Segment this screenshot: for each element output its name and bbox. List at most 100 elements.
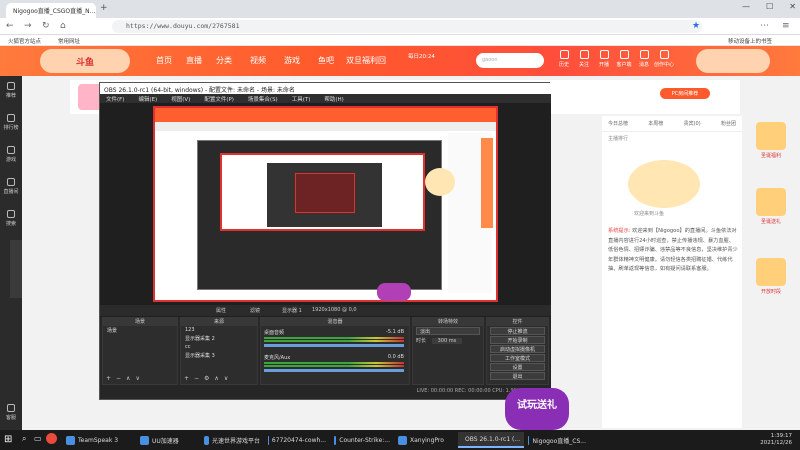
virtual-camera-button[interactable]: 启动虚拟摄像机: [490, 345, 545, 353]
chrome-icon[interactable]: [46, 433, 57, 444]
tab-vip[interactable]: 贵宾(0): [684, 120, 701, 127]
taskbar-item-douyu[interactable]: Nigogoo直播_CS...: [524, 432, 590, 448]
nav-home[interactable]: 首页: [156, 55, 172, 66]
sidebar-item-recommend[interactable]: 推荐: [0, 82, 22, 99]
maximize-icon[interactable]: ☐: [766, 2, 773, 11]
close-icon[interactable]: ✕: [789, 2, 796, 11]
filters-button[interactable]: 滤镜: [250, 307, 260, 314]
minimize-icon[interactable]: —: [742, 2, 750, 11]
menu-file[interactable]: 文件(F): [106, 95, 124, 103]
studio-mode-button[interactable]: 工作室模式: [490, 354, 545, 362]
sources-dock: 来源 123 显示器采集 2 cc 显示器采集 3 +−⚙∧∨: [180, 317, 258, 385]
reload-icon[interactable]: ↻: [42, 21, 50, 31]
sidebar-item-search[interactable]: 搜索: [0, 210, 22, 227]
menu-profile[interactable]: 配置文件(P): [204, 95, 234, 103]
obs-title-bar[interactable]: OBS 26.1.0-rc1 (64-bit, windows) - 配置文件:…: [100, 83, 551, 94]
sidebar-collapse-handle[interactable]: [10, 240, 22, 298]
settings-button[interactable]: 设置: [490, 363, 545, 371]
menu-tools[interactable]: 工具(T): [292, 95, 311, 103]
start-button[interactable]: ⊞: [4, 434, 16, 446]
douyu-logo[interactable]: 斗鱼: [40, 49, 130, 73]
duration-input[interactable]: 300 ms: [431, 338, 463, 344]
sidebar-item-rank[interactable]: 排行榜: [0, 114, 22, 131]
promo-time: 每日20:24: [408, 54, 435, 60]
nav-event[interactable]: 双旦福利回: [346, 55, 386, 66]
bookmark-item[interactable]: 火狐官方站点: [8, 37, 41, 45]
mixer-db: -5.1 dB: [386, 329, 404, 335]
url-field[interactable]: https://www.douyu.com/2767581: [112, 20, 702, 33]
taskbar-item-uu[interactable]: UU加速器: [136, 432, 200, 448]
source-item[interactable]: 显示器采集 2: [181, 334, 257, 343]
obs-source-toolbar: 属性 滤镜 显示器 1 1920x1080 @ 0,0: [100, 305, 551, 316]
taskbar-item-download[interactable]: 67720474-cowh...: [264, 432, 330, 448]
extensions-icon[interactable]: ⋯: [760, 21, 769, 31]
promo-time-slot[interactable]: 开放时段: [752, 258, 790, 295]
preview-canvas[interactable]: [153, 106, 498, 302]
taskbar-item-csgo[interactable]: Counter-Strike:...: [330, 432, 394, 448]
nav-category[interactable]: 分类: [216, 55, 232, 66]
taskbar-item-platform[interactable]: 光速世界游戏平台: [200, 432, 264, 448]
task-view-icon[interactable]: ▭: [34, 434, 42, 443]
system-notice-label: 系统提示:: [608, 228, 631, 234]
home-icon[interactable]: ⌂: [60, 21, 66, 31]
douyu-header: 斗鱼 首页 直播 分类 视频 游戏 鱼吧 双旦福利回 每日20:24 gaoon…: [0, 46, 800, 76]
taskbar-item-xanying[interactable]: XanyingPro: [394, 432, 456, 448]
nav-video[interactable]: 视频: [250, 55, 266, 66]
source-item[interactable]: 显示器采集 3: [181, 351, 257, 360]
scene-item[interactable]: 场景: [103, 326, 177, 335]
menu-edit[interactable]: 编辑(E): [138, 95, 157, 103]
exit-button[interactable]: 退出: [490, 372, 545, 380]
client-button[interactable]: 客户端: [614, 50, 634, 68]
menu-icon[interactable]: ≡: [782, 21, 790, 31]
follow-button[interactable]: 关注: [574, 50, 594, 68]
recommend-icon: [7, 82, 15, 90]
back-icon[interactable]: ←: [6, 21, 14, 31]
search-icon[interactable]: ⌕: [22, 434, 26, 444]
nav-games[interactable]: 游戏: [284, 55, 300, 66]
properties-button[interactable]: 属性: [216, 307, 226, 314]
mobile-bookmarks[interactable]: 移动设备上的书签: [728, 37, 772, 45]
tab-today-rank[interactable]: 今日总榜: [608, 120, 628, 127]
promo-gift[interactable]: 圣诞送礼: [752, 188, 790, 225]
volume-slider[interactable]: [264, 369, 404, 372]
source-controls[interactable]: +−⚙∧∨: [184, 375, 233, 382]
stop-stream-button[interactable]: 停止推流: [490, 327, 545, 335]
menu-help[interactable]: 帮助(H): [324, 95, 343, 103]
empty-dialog-text: 欢迎来到斗鱼: [634, 211, 665, 217]
volume-slider[interactable]: [264, 344, 404, 347]
browser-tab[interactable]: Nigogoo直播_CSGO直播_N... ✕: [6, 3, 96, 18]
tab-fans[interactable]: 粉丝团: [721, 120, 736, 127]
creator-button[interactable]: 创作中心: [654, 50, 674, 68]
start-recording-button[interactable]: 开始录制: [490, 336, 545, 344]
nav-live[interactable]: 直播: [186, 55, 202, 66]
source-item[interactable]: cc: [181, 343, 257, 351]
header-banner-logo[interactable]: [696, 49, 770, 73]
pc-room-button[interactable]: PC房间推荐: [660, 88, 710, 99]
promo-christmas[interactable]: 圣诞福利: [752, 122, 790, 159]
sidebar-item-service[interactable]: 客服: [0, 404, 22, 421]
system-clock[interactable]: 1:39:17 2021/12/26: [760, 433, 792, 447]
bookmark-star-icon[interactable]: ★: [692, 21, 700, 31]
new-tab-button[interactable]: +: [100, 3, 108, 13]
sidebar-item-rooms[interactable]: 直播间: [0, 178, 22, 195]
taskbar-item-teamspeak[interactable]: TeamSpeak 3: [62, 432, 136, 448]
corner-promo-badge[interactable]: 试玩送礼: [505, 388, 569, 430]
rank-icon: [7, 114, 15, 122]
system-notice: 系统提示: 欢迎来到【Nigogoo】的直播间。斗鱼依法对直播内容进行24小时巡…: [608, 227, 738, 275]
forward-icon[interactable]: →: [24, 21, 32, 31]
tab-week-rank[interactable]: 本周榜: [648, 120, 663, 127]
history-button[interactable]: 历史: [554, 50, 574, 68]
source-item[interactable]: 123: [181, 326, 257, 334]
message-button[interactable]: 消息: [634, 50, 654, 68]
search-input[interactable]: gaoon: [476, 53, 544, 68]
nav-yuba[interactable]: 鱼吧: [318, 55, 334, 66]
bookmark-item[interactable]: 常用网址: [58, 37, 80, 45]
menu-view[interactable]: 视图(V): [171, 95, 190, 103]
scene-controls[interactable]: +−∧∨: [106, 375, 145, 382]
display-select[interactable]: 显示器 1: [282, 307, 302, 314]
transition-select[interactable]: 淡出: [416, 327, 480, 335]
taskbar-item-obs[interactable]: OBS 26.1.0-rc1 (...: [458, 432, 524, 448]
sidebar-item-games[interactable]: 游戏: [0, 146, 22, 163]
menu-scene-collection[interactable]: 场景集合(S): [248, 95, 278, 103]
broadcast-button[interactable]: 开播: [594, 50, 614, 68]
